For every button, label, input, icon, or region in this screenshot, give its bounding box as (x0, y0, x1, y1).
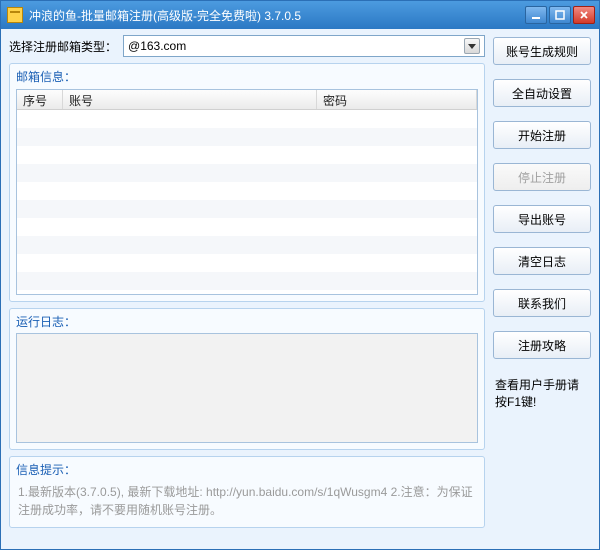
clear-log-button[interactable]: 清空日志 (493, 247, 591, 275)
right-panel: 账号生成规则 全自动设置 开始注册 停止注册 导出账号 清空日志 联系我们 注册… (493, 35, 591, 541)
mail-info-group: 邮箱信息： 序号 账号 密码 (9, 63, 485, 302)
col-account[interactable]: 账号 (63, 90, 317, 109)
app-window: 冲浪的鱼-批量邮箱注册(高级版-完全免费啦) 3.7.0.5 选择注册邮箱类型：… (0, 0, 600, 550)
auto-setup-button[interactable]: 全自动设置 (493, 79, 591, 107)
info-hint-group: 信息提示： 1.最新版本(3.7.0.5), 最新下载地址: http://yu… (9, 456, 485, 528)
mailbox-type-select[interactable]: @163.com (123, 35, 485, 57)
run-log-textarea[interactable] (16, 333, 478, 443)
mail-info-title: 邮箱信息： (16, 68, 478, 85)
minimize-icon (531, 10, 541, 20)
window-buttons (525, 6, 595, 24)
maximize-icon (555, 10, 565, 20)
col-password[interactable]: 密码 (317, 90, 477, 109)
mailbox-type-row: 选择注册邮箱类型： @163.com (9, 35, 485, 57)
contact-us-button[interactable]: 联系我们 (493, 289, 591, 317)
client-area: 选择注册邮箱类型： @163.com 邮箱信息： 序号 账号 密码 (1, 29, 599, 549)
account-list[interactable]: 序号 账号 密码 (16, 89, 478, 295)
register-guide-button[interactable]: 注册攻略 (493, 331, 591, 359)
close-button[interactable] (573, 6, 595, 24)
chevron-down-icon (464, 38, 480, 54)
maximize-button[interactable] (549, 6, 571, 24)
mail-icon (7, 7, 23, 23)
minimize-button[interactable] (525, 6, 547, 24)
help-text: 查看用户手册请按F1键! (493, 377, 591, 411)
info-hint-text: 1.最新版本(3.7.0.5), 最新下载地址: http://yun.baid… (16, 481, 478, 521)
stop-register-button: 停止注册 (493, 163, 591, 191)
list-body (17, 110, 477, 294)
list-header: 序号 账号 密码 (17, 90, 477, 110)
run-log-group: 运行日志： (9, 308, 485, 450)
export-account-button[interactable]: 导出账号 (493, 205, 591, 233)
left-panel: 选择注册邮箱类型： @163.com 邮箱信息： 序号 账号 密码 (9, 35, 485, 541)
close-icon (579, 10, 589, 20)
info-hint-title: 信息提示： (16, 461, 478, 478)
window-title: 冲浪的鱼-批量邮箱注册(高级版-完全免费啦) 3.7.0.5 (29, 7, 525, 24)
mailbox-type-value: @163.com (128, 39, 464, 53)
col-seq[interactable]: 序号 (17, 90, 63, 109)
gen-rule-button[interactable]: 账号生成规则 (493, 37, 591, 65)
mailbox-type-label: 选择注册邮箱类型： (9, 38, 117, 55)
start-register-button[interactable]: 开始注册 (493, 121, 591, 149)
titlebar: 冲浪的鱼-批量邮箱注册(高级版-完全免费啦) 3.7.0.5 (1, 1, 599, 29)
run-log-title: 运行日志： (16, 313, 478, 330)
